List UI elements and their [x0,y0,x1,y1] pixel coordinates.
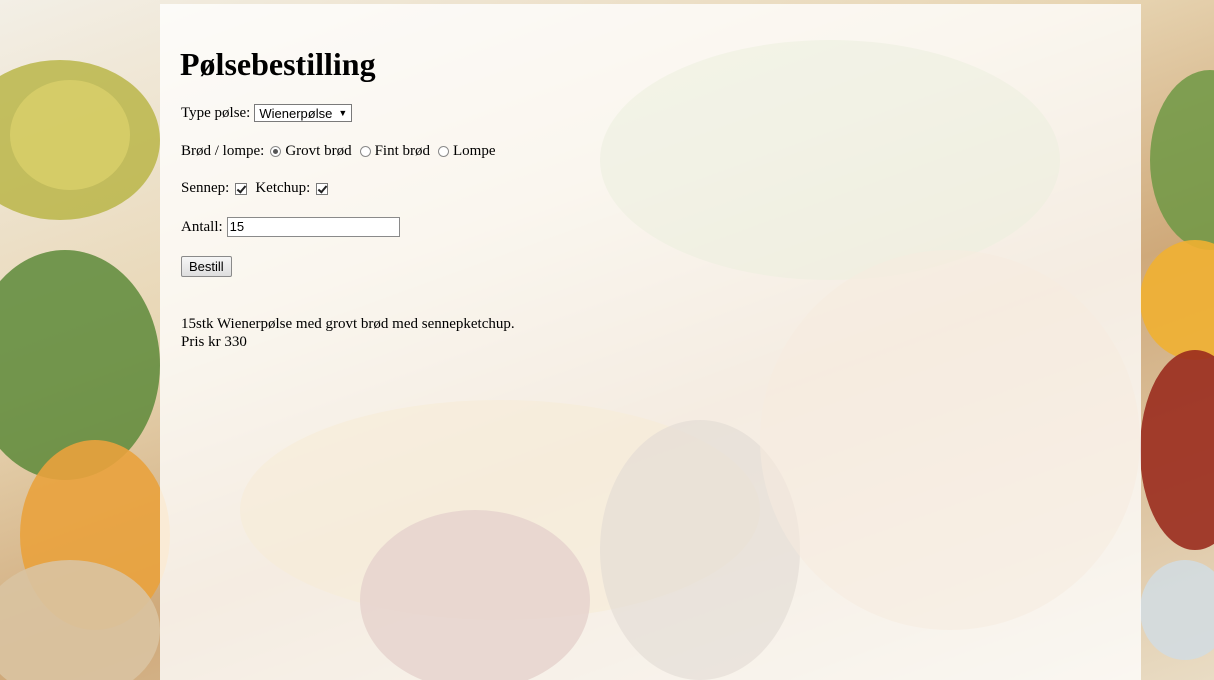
sausage-type-row: Type pølse: Wienerpølse ▼ [181,104,353,122]
sauce-row: Sennep: Ketchup: [181,180,336,197]
page-title: Pølsebestilling [180,46,376,82]
radio-lompe-label: Lompe [453,143,496,159]
mustard-label: Sennep: [181,180,230,196]
bread-row: Brød / lompe: Grovt brød Fint brød Lompe [181,143,496,160]
result-price: Pris kr 330 [181,334,247,350]
radio-grovt-brod-label: Grovt brød [285,143,352,159]
radio-lompe[interactable] [438,146,450,157]
sausage-type-select[interactable]: Wienerpølse ▼ [254,104,353,122]
submit-row: Bestill [181,256,232,277]
result-summary: 15stk Wienerpølse med grovt brød med sen… [181,316,515,332]
order-button[interactable]: Bestill [181,256,232,277]
order-result: 15stk Wienerpølse med grovt brød med sen… [181,315,515,351]
ketchup-label: Ketchup: [255,180,311,196]
bread-label: Brød / lompe: [181,143,265,159]
order-panel: Pølsebestilling Type pølse: Wienerpølse … [160,4,1141,680]
ketchup-checkbox[interactable] [316,182,329,195]
mustard-checkbox[interactable] [235,182,248,195]
radio-grovt-brod[interactable] [270,146,282,157]
radio-fint-brod-label: Fint brød [374,143,431,159]
sausage-type-value: Wienerpølse [259,105,333,121]
quantity-label: Antall: [181,218,223,235]
quantity-input[interactable]: 15 [226,217,400,237]
caret-down-icon: ▼ [338,108,348,118]
radio-fint-brod[interactable] [359,146,371,157]
quantity-row: Antall: 15 [181,217,400,237]
sausage-type-label: Type pølse: [181,104,251,121]
